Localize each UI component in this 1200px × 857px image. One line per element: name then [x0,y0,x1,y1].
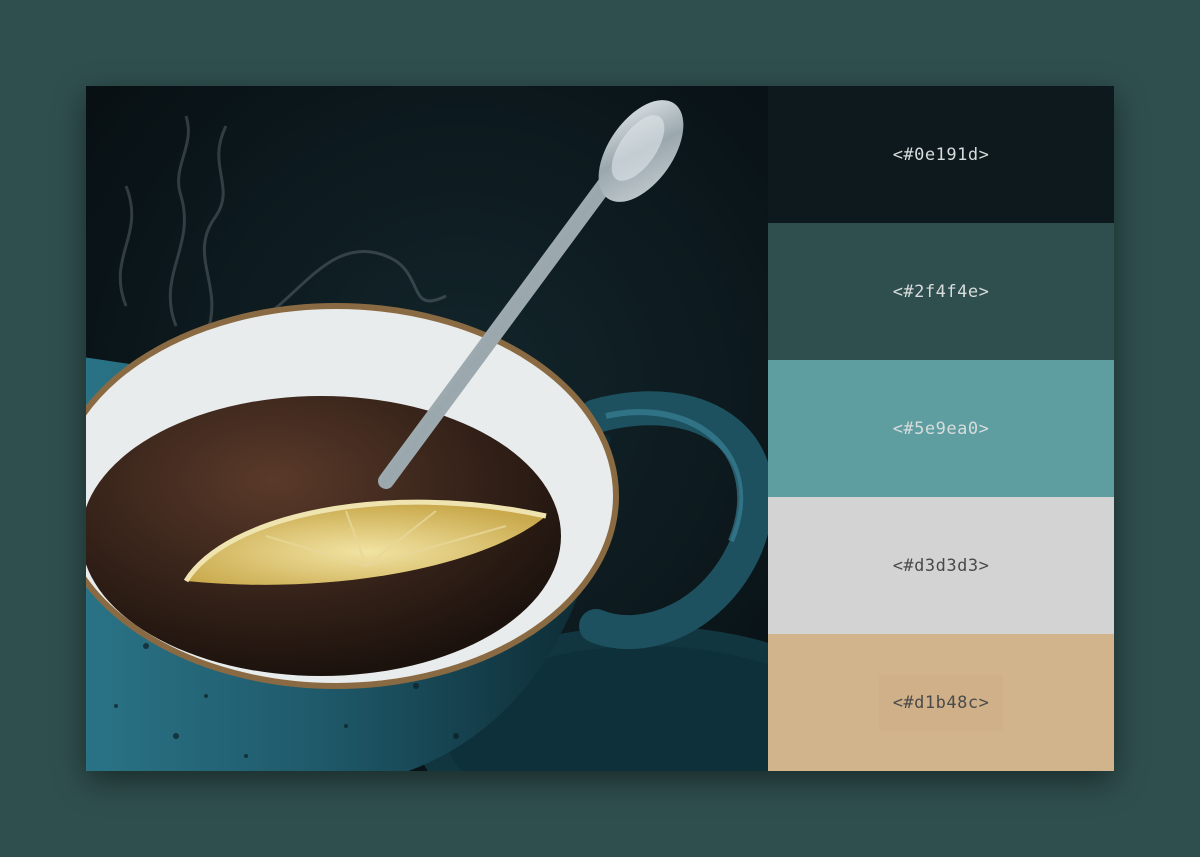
swatch-1[interactable]: <#0e191d> [768,86,1114,223]
swatch-5[interactable]: <#d1b48c> [768,634,1114,771]
palette-card: <#0e191d> <#2f4f4e> <#5e9ea0> <#d3d3d3> … [86,86,1114,771]
tea-cup-photo [86,86,768,771]
color-palette: <#0e191d> <#2f4f4e> <#5e9ea0> <#d3d3d3> … [768,86,1114,771]
swatch-4-hex-label: <#d3d3d3> [892,555,990,576]
swatch-2[interactable]: <#2f4f4e> [768,223,1114,360]
swatch-3-hex-label: <#5e9ea0> [892,418,990,439]
swatch-4[interactable]: <#d3d3d3> [768,497,1114,634]
swatch-2-hex-label: <#2f4f4e> [892,281,990,302]
swatch-5-hex-label: <#d1b48c> [878,674,1004,731]
swatch-3[interactable]: <#5e9ea0> [768,360,1114,497]
swatch-1-hex-label: <#0e191d> [892,144,990,165]
